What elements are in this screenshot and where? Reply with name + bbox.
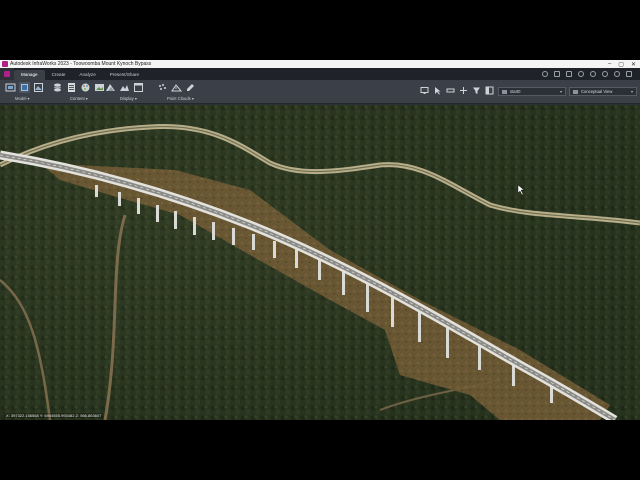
content-group-label[interactable]: Content <box>70 96 88 101</box>
surface-layers-button[interactable] <box>33 82 44 93</box>
window-controls: – ▢ ✕ <box>608 61 640 68</box>
3d-viewport[interactable]: X: 397322.156568 Y: 6954555.993482 Z: 56… <box>0 105 640 420</box>
transform-button[interactable] <box>459 86 468 95</box>
scenario-icon <box>502 89 507 94</box>
view-style-value: Conceptual View <box>581 89 613 94</box>
view-options-button[interactable] <box>420 86 429 95</box>
filter-icon <box>473 87 480 94</box>
gear-icon[interactable] <box>578 71 584 77</box>
terrain-themes-button[interactable] <box>119 82 130 93</box>
data-sources-icon <box>5 83 16 92</box>
style-palette-button[interactable] <box>80 82 91 93</box>
chevron-down-icon: ▾ <box>630 89 633 94</box>
palette-icon <box>81 83 90 92</box>
model-group-label[interactable]: Model <box>15 96 30 101</box>
settings-panel-icon[interactable] <box>554 71 560 77</box>
monitor-icon <box>420 87 429 94</box>
title-bar: Autodesk InfraWorks 2023 - Toowoomba Mou… <box>0 60 640 68</box>
content-group: Content <box>52 82 105 104</box>
model-explorer-button[interactable] <box>94 82 105 93</box>
image-icon <box>95 84 104 91</box>
surface-layers-icon <box>34 83 43 92</box>
app-window: Autodesk InfraWorks 2023 - Toowoomba Mou… <box>0 60 640 420</box>
panel-toggle-button[interactable] <box>485 86 494 95</box>
panel-icon <box>485 86 494 95</box>
maximize-button[interactable]: ▢ <box>618 61 624 68</box>
quick-tools <box>542 68 640 80</box>
tab-create[interactable]: Create <box>45 70 73 80</box>
model-group: Model <box>5 82 44 104</box>
application-menu-button[interactable] <box>0 68 14 80</box>
refresh-icon[interactable] <box>602 71 608 77</box>
ruler-icon <box>446 88 455 93</box>
coordinate-readout: X: 397322.156568 Y: 6954555.993482 Z: 56… <box>4 413 104 418</box>
user-icon[interactable] <box>626 71 632 77</box>
view-style-icon <box>573 89 578 94</box>
view-tools <box>420 86 494 95</box>
grid-icon[interactable] <box>566 71 572 77</box>
sync-icon[interactable] <box>542 71 548 77</box>
display-group-label[interactable]: Display <box>120 96 137 101</box>
window-icon <box>134 83 143 92</box>
chevron-down-icon: ▾ <box>559 89 562 94</box>
globe-icon[interactable] <box>590 71 596 77</box>
cursor-icon <box>435 87 441 95</box>
layers-button[interactable] <box>52 82 63 93</box>
scenario-value: start0 <box>510 89 521 94</box>
layers-icon <box>54 83 61 92</box>
effects-icon <box>106 84 115 91</box>
list-icon <box>68 83 75 92</box>
move-icon <box>460 87 467 94</box>
point-clouds-group: Point Clouds <box>157 82 196 104</box>
window-title: Autodesk InfraWorks 2023 - Toowoomba Mou… <box>10 61 152 67</box>
select-button[interactable] <box>433 86 442 95</box>
view-style-dropdown[interactable]: Conceptual View ▾ <box>569 87 637 96</box>
ribbon-panel: Model Content <box>0 80 640 104</box>
app-menu-icon <box>4 71 10 77</box>
scenario-dropdown[interactable]: start0 ▾ <box>498 87 566 96</box>
measure-button[interactable] <box>446 86 455 95</box>
tab-analyze[interactable]: Analyze <box>72 70 102 80</box>
terrain-scene <box>0 105 640 420</box>
content-list-button[interactable] <box>66 82 77 93</box>
point-clouds-group-label[interactable]: Point Clouds <box>167 96 194 101</box>
video-frame: Autodesk InfraWorks 2023 - Toowoomba Mou… <box>0 0 640 480</box>
data-sources-button[interactable] <box>5 82 16 93</box>
display-group: Display <box>105 82 144 104</box>
model-properties-icon <box>21 84 28 91</box>
point-cloud-terrain-button[interactable] <box>171 82 182 93</box>
terrain-icon <box>120 85 129 91</box>
point-terrain-icon <box>171 84 182 92</box>
point-cloud-edit-button[interactable] <box>185 82 196 93</box>
point-cloud-icon <box>159 84 166 90</box>
visual-effects-button[interactable] <box>105 82 116 93</box>
app-logo-icon <box>2 61 8 67</box>
help-icon[interactable] <box>614 71 620 77</box>
tab-manage[interactable]: Manage <box>14 70 45 80</box>
point-cloud-import-button[interactable] <box>157 82 168 93</box>
close-button[interactable]: ✕ <box>631 61 636 68</box>
minimize-button[interactable]: – <box>608 61 611 68</box>
ribbon-tab-bar: Manage Create Analyze Present/Share <box>0 68 640 80</box>
model-properties-button[interactable] <box>19 82 30 93</box>
view-settings-button[interactable] <box>133 82 144 93</box>
tab-present-share[interactable]: Present/Share <box>103 70 146 80</box>
filter-button[interactable] <box>472 86 481 95</box>
pencil-icon <box>187 84 194 91</box>
